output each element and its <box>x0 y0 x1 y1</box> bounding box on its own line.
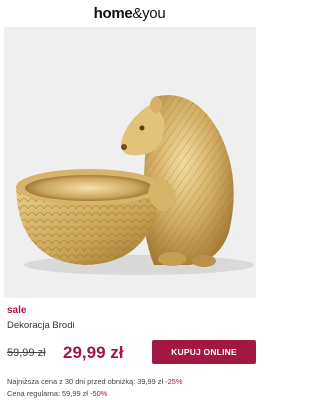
product-image[interactable] <box>4 27 256 298</box>
sale-price: 29,99 zł <box>63 343 124 362</box>
sale-label: sale <box>7 305 27 316</box>
regular-price-discount: -50% <box>90 389 108 398</box>
old-price: 59,99 zł <box>7 347 46 359</box>
logo-home: home <box>93 4 133 22</box>
regular-price-info: Cena regularna: 59,99 zł -50% <box>7 389 107 398</box>
lowest-price-discount: -25% <box>165 377 183 386</box>
lowest-price-text: Najniższa cena z 30 dni przed obniżką: 3… <box>7 377 164 386</box>
logo-and-you: &you <box>132 4 166 22</box>
product-name[interactable]: Dekoracja Brodi <box>7 320 75 331</box>
buy-online-button[interactable]: KUPUJ ONLINE <box>152 340 256 364</box>
lowest-price-info: Najniższa cena z 30 dni przed obniżką: 3… <box>7 377 182 386</box>
hedgehog-bowl-illustration <box>16 95 254 275</box>
site-header: home&you <box>0 0 259 26</box>
regular-price-text: Cena regularna: 59,99 zł <box>7 389 88 398</box>
brand-logo[interactable]: home&you <box>94 5 166 22</box>
